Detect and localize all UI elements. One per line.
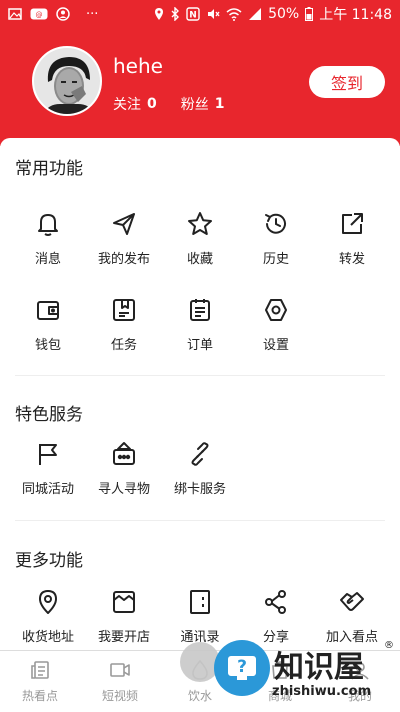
grid-label: 收藏 (186, 252, 213, 267)
signal-icon (248, 8, 262, 20)
grid-item-favorites[interactable]: 收藏 (160, 210, 240, 267)
grid-label: 绑卡服务 (173, 482, 226, 497)
search-person-icon (113, 442, 135, 465)
grid-item-join[interactable]: 加入看点 (312, 588, 392, 645)
watermark: ? 知识屋 ® zhishiwu.com (210, 638, 400, 710)
section-title-special: 特色服务 (15, 405, 83, 425)
grid-item-history[interactable]: 历史 (236, 210, 316, 267)
share-out-icon (342, 213, 363, 234)
grid-item-messages[interactable]: 消息 (8, 210, 88, 267)
profile-header: hehe 关注 0 粉丝 1 签到 (0, 28, 400, 146)
grid-item-card-binding[interactable]: 绑卡服务 (160, 440, 240, 497)
history-icon (265, 213, 286, 234)
grid-item-local-events[interactable]: 同城活动 (8, 440, 88, 497)
grid-label: 收货地址 (21, 630, 74, 645)
fans-count[interactable]: 1 (215, 96, 225, 112)
watermark-logo-icon: ? (214, 640, 270, 696)
section-title-more: 更多功能 (15, 551, 83, 571)
grid-item-contacts[interactable]: 通讯录 (160, 588, 240, 645)
share-icon (265, 590, 286, 614)
grid-label: 寻人寻物 (97, 482, 150, 497)
location-icon (39, 590, 57, 614)
star-icon (188, 212, 212, 235)
mute-icon (206, 7, 220, 21)
grid-item-lost-found[interactable]: 寻人寻物 (84, 440, 164, 497)
location-pin-icon (154, 7, 164, 21)
signin-button[interactable]: 签到 (309, 66, 385, 98)
tab-label: 短视频 (101, 689, 138, 703)
settings-icon (265, 299, 287, 321)
grid-item-orders[interactable]: 订单 (160, 296, 240, 353)
grid-label: 我的发布 (97, 252, 150, 267)
clock: 上午 11:48 (319, 7, 392, 23)
grid-item-wallet[interactable]: 钱包 (8, 296, 88, 353)
grid-label: 钱包 (34, 338, 61, 353)
section-title-common: 常用功能 (15, 159, 83, 179)
tab-short-video[interactable]: 短视频 (80, 659, 160, 704)
svg-text:?: ? (237, 657, 247, 677)
grid-item-forward[interactable]: 转发 (312, 210, 392, 267)
tab-label: 热看点 (21, 689, 58, 703)
grid-item-settings[interactable]: 设置 (236, 296, 316, 353)
grid-label: 设置 (262, 338, 289, 353)
following-count[interactable]: 0 (147, 96, 157, 112)
grid-item-share[interactable]: 分享 (236, 588, 316, 645)
bluetooth-icon (170, 7, 180, 21)
account-circle-icon (56, 7, 70, 21)
status-bar: @ ··· N 50% 上午 11:48 (0, 0, 400, 28)
tab-label: 饮水 (187, 689, 212, 703)
contacts-icon (190, 590, 210, 614)
task-icon (113, 299, 135, 321)
divider (15, 375, 385, 376)
grid-item-address[interactable]: 收货地址 (8, 588, 88, 645)
send-icon (113, 213, 135, 235)
grid-label: 同城活动 (21, 482, 74, 497)
gallery-icon (8, 8, 22, 20)
tab-hot-news[interactable]: 热看点 (0, 659, 80, 704)
wifi-icon (226, 7, 242, 21)
status-dots: ··· (86, 6, 99, 22)
svg-text:@: @ (36, 11, 43, 19)
shop-icon (113, 591, 135, 613)
watermark-registered-mark: ® (384, 640, 394, 651)
divider (15, 520, 385, 521)
profile-stats: 关注 0 粉丝 1 (113, 94, 243, 114)
grid-item-my-posts[interactable]: 我的发布 (84, 210, 164, 267)
battery-icon (305, 7, 314, 21)
fans-label[interactable]: 粉丝 (181, 94, 209, 114)
watermark-brand: 知识屋 (274, 650, 364, 685)
grid-label: 任务 (110, 338, 137, 353)
avatar[interactable] (32, 46, 102, 116)
news-icon (31, 661, 49, 679)
svg-text:N: N (189, 11, 197, 21)
grid-label: 转发 (338, 252, 365, 267)
order-icon (190, 299, 210, 321)
app-badge-icon: @ (30, 8, 48, 20)
grid-label: 我要开店 (97, 630, 150, 645)
nfc-icon: N (186, 7, 200, 21)
grid-item-open-shop[interactable]: 我要开店 (84, 588, 164, 645)
grid-item-tasks[interactable]: 任务 (84, 296, 164, 353)
following-label[interactable]: 关注 (113, 94, 141, 114)
grid-label: 历史 (262, 252, 289, 267)
link-icon (191, 442, 209, 466)
battery-percent: 50% (268, 6, 300, 22)
flag-icon (39, 444, 57, 465)
bell-icon (38, 214, 58, 236)
wallet-icon (37, 301, 59, 320)
handshake-icon (340, 592, 364, 611)
video-icon (110, 663, 130, 677)
grid-label: 订单 (186, 338, 213, 353)
function-card: 常用功能 消息 我的发布 收藏 历史 转发 钱包 任务 订单 设置 特色服务 同 (0, 138, 400, 660)
watermark-url: zhishiwu.com (272, 684, 372, 699)
grid-label: 消息 (34, 252, 61, 267)
username[interactable]: hehe (113, 54, 163, 78)
